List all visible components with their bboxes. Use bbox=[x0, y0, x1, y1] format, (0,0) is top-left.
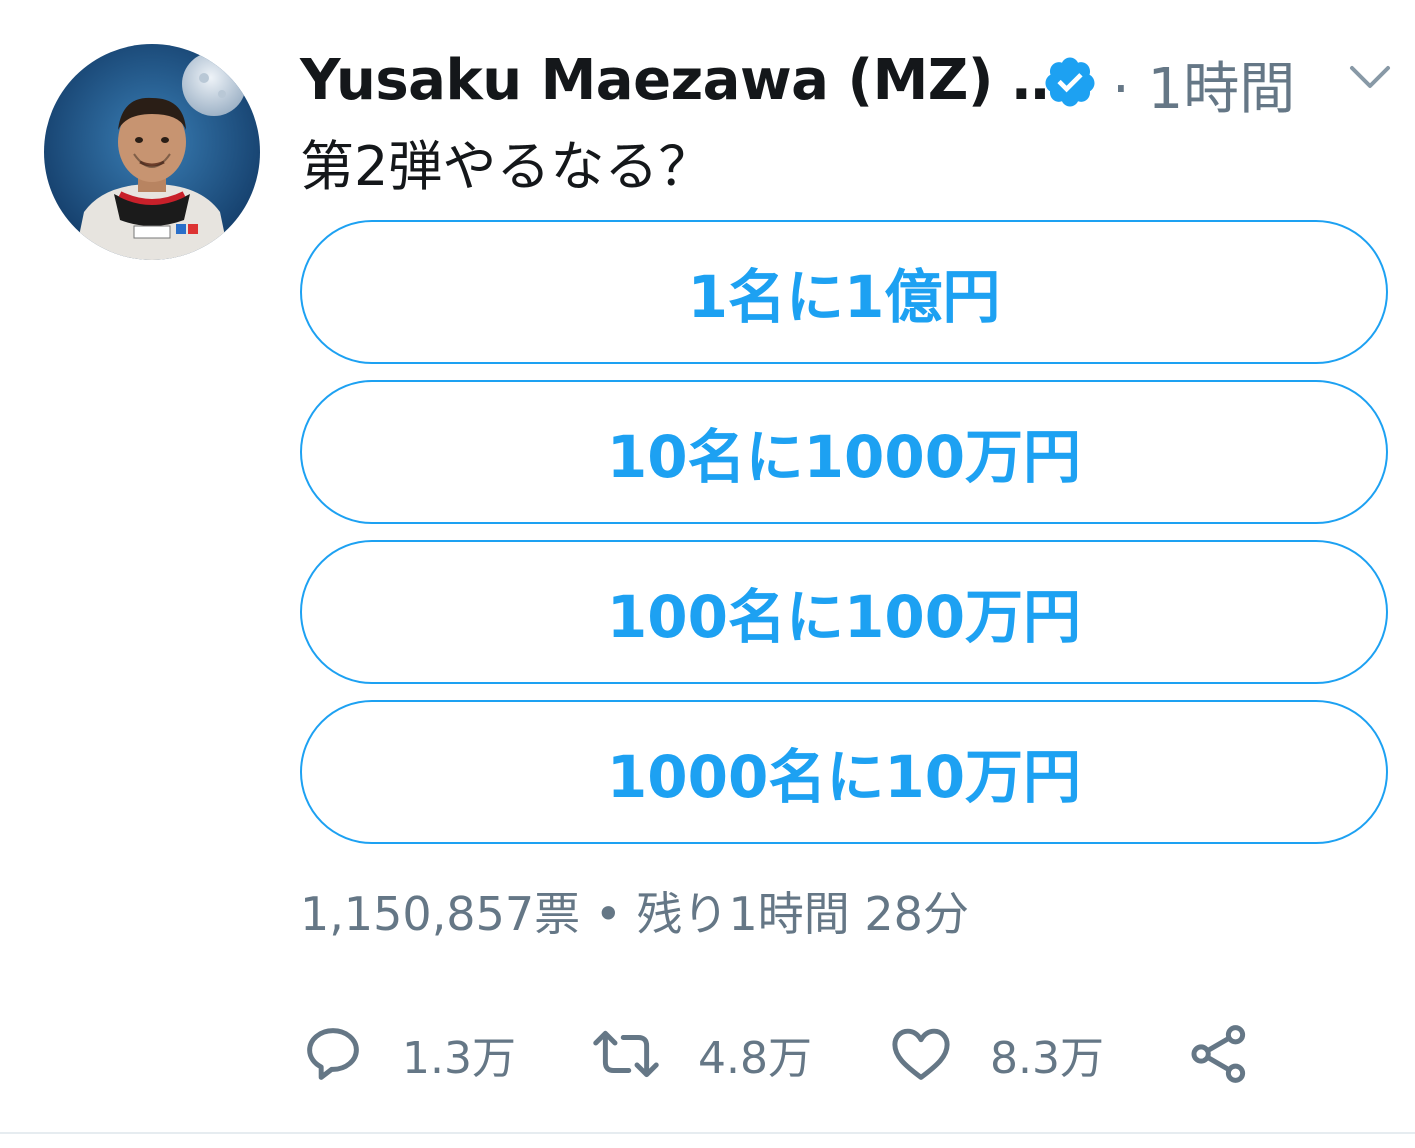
time-separator: · bbox=[1112, 57, 1130, 122]
reply-action[interactable]: 1.3万 bbox=[300, 1018, 516, 1090]
poll-option[interactable]: 1000名に10万円 bbox=[300, 700, 1388, 844]
retweet-icon bbox=[593, 1030, 659, 1078]
poll-option[interactable]: 1名に1億円 bbox=[300, 220, 1388, 364]
poll-option[interactable]: 100名に100万円 bbox=[300, 540, 1388, 684]
display-name[interactable]: Yusaku Maezawa (MZ) … bbox=[300, 48, 1068, 113]
share-action[interactable] bbox=[1186, 1018, 1252, 1090]
time-text: 1時間 bbox=[1147, 57, 1296, 122]
poll-options: 1名に1億円 10名に1000万円 100名に100万円 1000名に10万円 bbox=[300, 220, 1388, 860]
retweet-count: 4.8万 bbox=[698, 1033, 812, 1084]
poll-meta: 1,150,857票 • 残り1時間 28分 bbox=[300, 878, 969, 944]
chevron-down-icon[interactable] bbox=[1348, 62, 1392, 94]
retweet-action[interactable]: 4.8万 bbox=[590, 1018, 812, 1090]
like-count: 8.3万 bbox=[990, 1033, 1104, 1084]
astronaut-portrait-icon bbox=[44, 44, 260, 260]
reply-icon bbox=[307, 1028, 359, 1080]
like-action[interactable]: 8.3万 bbox=[888, 1018, 1104, 1090]
poll-separator: • bbox=[594, 887, 622, 941]
tweet-text: 第2弾やるなる？ bbox=[300, 135, 713, 198]
tweet-header: Yusaku Maezawa (MZ) … · 1時間 bbox=[300, 40, 1400, 122]
poll-votes: 1,150,857票 bbox=[300, 887, 581, 941]
poll-option[interactable]: 10名に1000万円 bbox=[300, 380, 1388, 524]
share-icon bbox=[1191, 1025, 1246, 1083]
poll-remaining: 残り1時間 28分 bbox=[636, 887, 969, 941]
timestamp[interactable]: · 1時間 bbox=[1112, 44, 1295, 125]
divider bbox=[0, 1132, 1415, 1134]
avatar[interactable] bbox=[44, 44, 260, 260]
verified-badge-icon bbox=[1042, 54, 1098, 110]
heart-icon bbox=[892, 1028, 950, 1080]
tweet-actions: 1.3万 4.8万 8.3万 bbox=[300, 1018, 1300, 1090]
tweet: Yusaku Maezawa (MZ) … · 1時間 第2弾やるなる？ 1名に… bbox=[0, 0, 1415, 1148]
reply-count: 1.3万 bbox=[402, 1033, 516, 1084]
